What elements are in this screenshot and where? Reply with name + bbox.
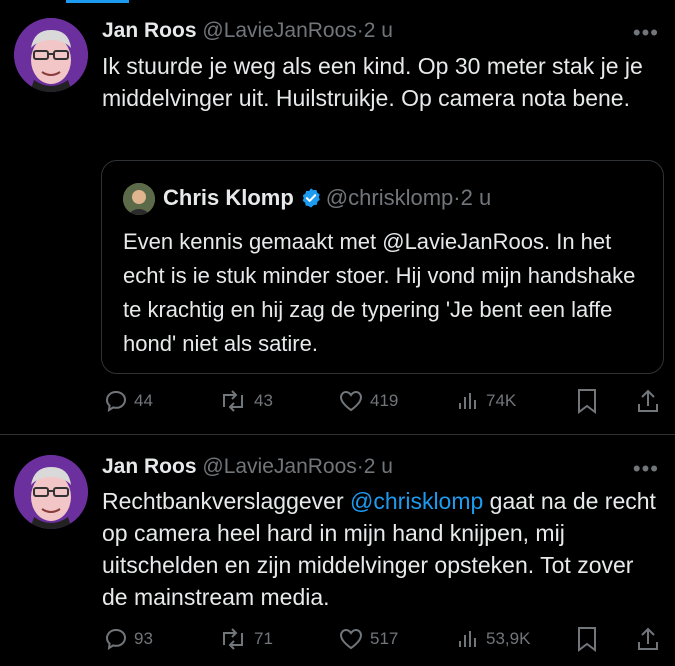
- quote-text: Even kennis gemaakt met @LavieJanRoos. I…: [123, 229, 636, 356]
- share-icon: [638, 627, 658, 650]
- tweet[interactable]: Jan Roos @LavieJanRoos·2 u ••• Ik stuurd…: [0, 0, 675, 435]
- repost-icon: [223, 390, 243, 412]
- tweet-text: Rechtbankverslaggever @chrisklomp gaat n…: [102, 485, 662, 613]
- views-button[interactable]: 74K: [456, 384, 516, 418]
- separator: ·: [356, 19, 364, 42]
- action-bar: 44 43 419 74K: [100, 384, 670, 418]
- repost-icon: [223, 628, 243, 650]
- more-icon[interactable]: •••: [633, 458, 659, 480]
- view-count: 74K: [486, 391, 517, 410]
- bookmark-button[interactable]: [576, 622, 604, 656]
- avatar[interactable]: [14, 455, 88, 529]
- more-icon[interactable]: •••: [633, 22, 659, 44]
- action-bar: 93 71 517 53,9K: [100, 622, 670, 656]
- separator: ·: [453, 185, 461, 210]
- bookmark-icon: [578, 389, 596, 414]
- quote-timestamp[interactable]: 2 u: [461, 185, 492, 210]
- share-button[interactable]: [636, 622, 666, 656]
- tweet-text-prefix: Rechtbankverslaggever: [102, 488, 351, 514]
- mention-link[interactable]: @chrisklomp: [350, 488, 483, 514]
- views-icon: [459, 393, 476, 409]
- repost-button[interactable]: 43: [218, 384, 273, 418]
- like-icon: [339, 390, 363, 412]
- like-button[interactable]: 517: [338, 622, 398, 656]
- like-button[interactable]: 419: [338, 384, 398, 418]
- tweet[interactable]: Jan Roos @LavieJanRoos·2 u ••• Rechtbank…: [0, 435, 675, 666]
- quoted-tweet[interactable]: Chris Klomp @chrisklomp·2 u Even kennis g…: [101, 160, 664, 374]
- separator: ·: [356, 455, 364, 478]
- repost-count: 43: [254, 391, 273, 410]
- verified-icon: [300, 187, 322, 217]
- author-handle[interactable]: @LavieJanRoos: [202, 19, 356, 42]
- like-icon: [339, 628, 363, 650]
- author-name[interactable]: Jan Roos: [102, 19, 197, 42]
- reply-icon: [105, 628, 127, 650]
- view-count: 53,9K: [486, 629, 531, 648]
- quote-author-handle[interactable]: @chrisklomp: [326, 185, 453, 210]
- share-button[interactable]: [636, 384, 666, 418]
- timestamp[interactable]: 2 u: [364, 19, 393, 42]
- like-count: 517: [370, 629, 399, 648]
- tweet-header: Jan Roos @LavieJanRoos·2 u: [102, 18, 393, 44]
- reply-button[interactable]: 44: [104, 384, 153, 418]
- reply-count: 93: [134, 629, 153, 648]
- bookmark-button[interactable]: [576, 384, 604, 418]
- avatar[interactable]: [14, 18, 88, 92]
- reply-count: 44: [134, 391, 153, 410]
- views-button[interactable]: 53,9K: [456, 622, 530, 656]
- tweet-header: Jan Roos @LavieJanRoos·2 u: [102, 454, 393, 480]
- author-handle[interactable]: @LavieJanRoos: [202, 455, 356, 478]
- bookmark-icon: [578, 627, 596, 652]
- timestamp[interactable]: 2 u: [364, 455, 393, 478]
- repost-count: 71: [254, 629, 273, 648]
- quote-author-name[interactable]: Chris Klomp: [163, 185, 294, 210]
- author-name[interactable]: Jan Roos: [102, 455, 197, 478]
- tweet-text: Ik stuurde je weg als een kind. Op 30 me…: [102, 53, 643, 111]
- quote-avatar: [123, 183, 155, 215]
- views-icon: [459, 631, 476, 647]
- reply-button[interactable]: 93: [104, 622, 153, 656]
- like-count: 419: [370, 391, 399, 410]
- quote-header: Chris Klomp @chrisklomp·2 u: [163, 183, 491, 217]
- reply-icon: [105, 390, 127, 412]
- share-icon: [638, 389, 658, 412]
- repost-button[interactable]: 71: [218, 622, 273, 656]
